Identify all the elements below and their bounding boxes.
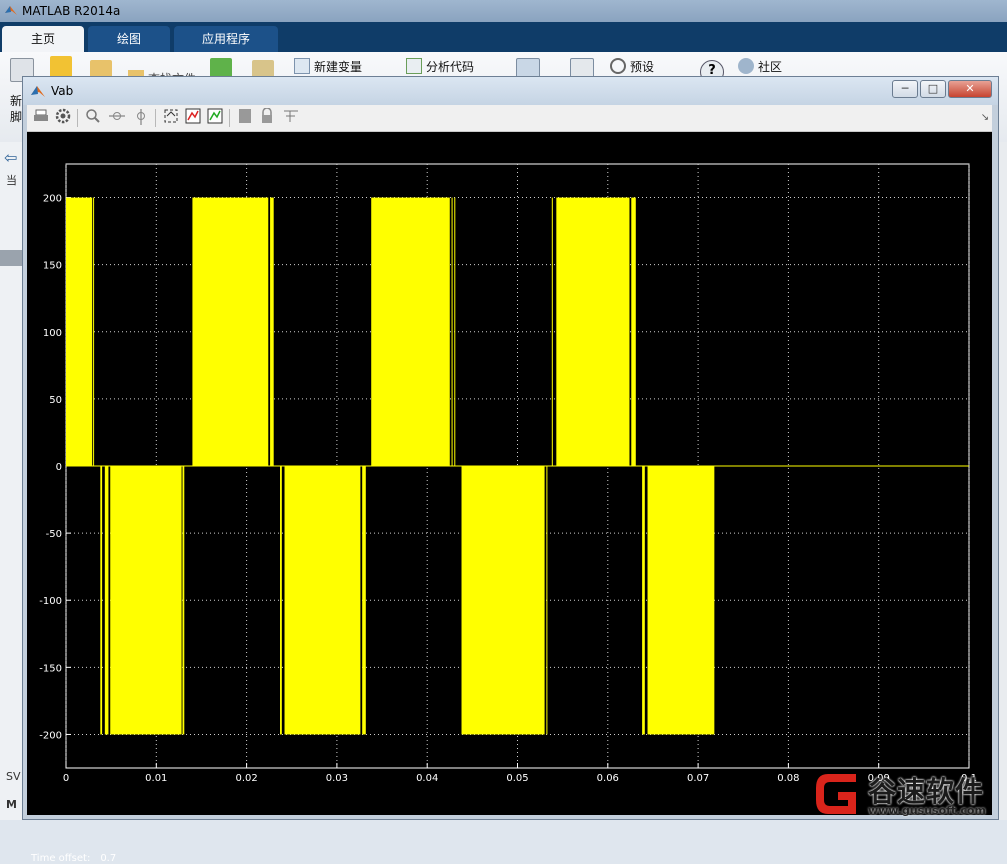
signal-pulse: [461, 466, 545, 735]
close-button[interactable]: ✕: [948, 80, 992, 98]
restore-axes-icon[interactable]: [205, 108, 225, 128]
analyze-code-icon: [406, 58, 422, 74]
panel-label-fragment: 当: [6, 174, 17, 187]
signal-pulse: [104, 466, 109, 735]
signal-pulse: [556, 197, 630, 467]
y-tick-label: 0: [56, 462, 62, 473]
toolbar-overflow-icon[interactable]: ↘: [975, 108, 995, 128]
watermark-url: www.gususoft.com: [868, 804, 986, 817]
signal-pulse: [371, 197, 450, 467]
watermark: 谷速软件 www.gususoft.com: [810, 766, 1007, 820]
toolbar-separator: [155, 109, 156, 127]
signal-pulse: [451, 197, 453, 467]
signal-pulse: [100, 466, 103, 735]
signal-pulse: [362, 466, 366, 735]
y-tick-label: -50: [46, 529, 62, 540]
x-tick-label: 0.05: [506, 773, 528, 784]
x-tick-label: 0.08: [777, 773, 799, 784]
zoom-y-icon[interactable]: [131, 108, 151, 128]
matlab-logo-icon: [31, 86, 45, 97]
print-icon[interactable]: [31, 108, 51, 128]
minimize-button[interactable]: ─: [892, 80, 918, 98]
signal-pulse: [270, 197, 274, 467]
x-tick-label: 0.06: [597, 773, 619, 784]
signal-pulse: [631, 197, 636, 467]
y-tick-label: 50: [49, 395, 62, 406]
toolbar-separator: [77, 109, 78, 127]
new-script-label-2: 脚: [10, 110, 23, 124]
y-tick-label: 150: [43, 261, 62, 272]
gear-icon: [610, 58, 626, 74]
autoscale-icon[interactable]: [161, 108, 181, 128]
x-tick-label: 0: [63, 773, 69, 784]
parameters-icon[interactable]: [53, 108, 73, 128]
new-variable-icon: [294, 58, 310, 74]
y-tick-label: -200: [39, 730, 62, 741]
signal-pulse: [454, 197, 456, 467]
signal-pulse: [182, 466, 185, 735]
x-tick-label: 0.04: [416, 773, 438, 784]
panel-label-fragment-2: SV: [6, 770, 21, 783]
x-tick-label: 0.03: [326, 773, 348, 784]
signal-pulse: [280, 466, 282, 735]
x-tick-label: 0.01: [145, 773, 167, 784]
zoom-icon[interactable]: [83, 108, 103, 128]
matlab-titlebar: MATLAB R2014a: [0, 0, 1007, 22]
zoom-x-icon[interactable]: [107, 108, 127, 128]
tab-home[interactable]: 主页: [2, 26, 84, 52]
x-tick-label: 0.07: [687, 773, 709, 784]
panel-label-fragment-3: M: [6, 798, 17, 811]
signal-selector-icon[interactable]: [281, 108, 301, 128]
signal-pulse: [647, 466, 715, 735]
floating-scope-icon[interactable]: [235, 108, 255, 128]
scope-toolbar: ↘: [27, 105, 992, 132]
signal-pulse: [93, 197, 95, 467]
save-axes-icon[interactable]: [183, 108, 203, 128]
signal-pulse: [546, 466, 548, 735]
scope-title: Vab: [51, 84, 74, 98]
time-offset-readout: Time offset: 0.7: [31, 853, 126, 864]
y-tick-label: -150: [39, 663, 62, 674]
selected-row[interactable]: [0, 250, 22, 266]
matlab-logo-icon: [5, 6, 17, 15]
preferences-button[interactable]: 预设: [610, 58, 654, 75]
x-tick-label: 0.02: [235, 773, 257, 784]
signal-pulse: [642, 466, 645, 735]
y-tick-label: 100: [43, 328, 62, 339]
ribbon-tab-bar: 主页 绘图 应用程序: [0, 22, 1007, 52]
y-tick-label: 200: [43, 194, 62, 205]
y-tick-label: -100: [39, 596, 62, 607]
community-button[interactable]: 社区: [738, 58, 782, 75]
scope-window: Vab ─ □ ✕ ↘ 0 0.01 0.02 0.03 0.04 0.05 0…: [22, 76, 999, 864]
scope-titlebar[interactable]: Vab ─ □ ✕: [23, 77, 998, 105]
scope-plot-area: 0 0.01 0.02 0.03 0.04 0.05 0.06 0.07 0.08 0.09 0.1…: [27, 132, 992, 864]
gususoft-logo-icon: [816, 774, 856, 814]
signal-pulse: [551, 197, 553, 467]
analyze-code-button[interactable]: 分析代码: [406, 58, 474, 75]
signal-pulse: [110, 466, 182, 735]
window-title: MATLAB R2014a: [22, 4, 121, 18]
time-offset-label: Time offset:: [31, 853, 91, 864]
time-offset-value: 0.7: [100, 853, 117, 864]
community-icon: [738, 58, 754, 74]
new-icon[interactable]: [50, 56, 72, 78]
back-arrow-icon[interactable]: ⇦: [4, 148, 17, 167]
signal-pulse: [192, 197, 269, 467]
toolbar-separator: [229, 109, 230, 127]
restore-button[interactable]: □: [920, 80, 946, 98]
tab-apps[interactable]: 应用程序: [174, 26, 278, 52]
scope-axes: 0 0.01 0.02 0.03 0.04 0.05 0.06 0.07 0.08 0.09 0.1…: [39, 163, 977, 784]
tab-plots[interactable]: 绘图: [88, 26, 170, 52]
signal-pulse: [284, 466, 361, 735]
new-script-label: 新: [10, 94, 23, 108]
signal-pulse: [66, 197, 93, 467]
new-variable-button[interactable]: 新建变量: [294, 58, 362, 75]
lock-icon[interactable]: [257, 107, 277, 128]
